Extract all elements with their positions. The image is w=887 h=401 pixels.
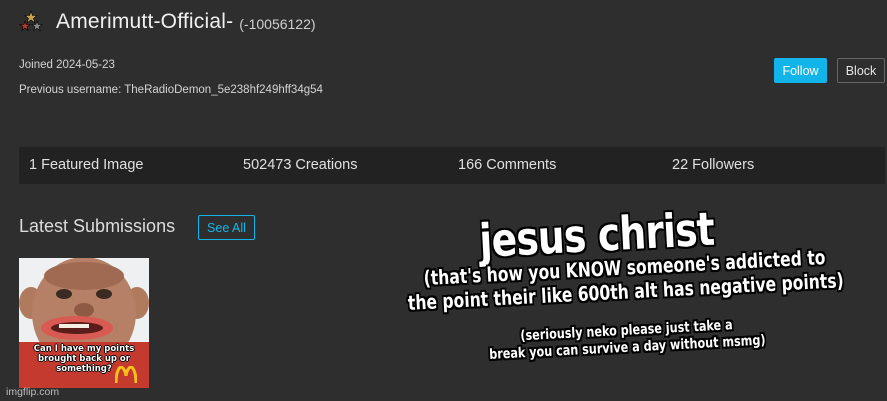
- block-button[interactable]: Block: [837, 58, 885, 83]
- profile-header: Amerimutt-Official- (-10056122): [19, 10, 316, 34]
- joined-date: Joined 2024-05-23: [19, 59, 115, 71]
- username: Amerimutt-Official-: [56, 10, 234, 33]
- meme-overlay-subtext: (that's how you KNOW someone's addicted …: [406, 244, 844, 315]
- follow-button[interactable]: Follow: [774, 58, 827, 83]
- stat-followers[interactable]: 22 Followers: [672, 157, 754, 173]
- mcdonalds-logo-icon: [115, 366, 137, 384]
- submission-thumbnail[interactable]: Can I have my points brought back up or …: [19, 258, 149, 388]
- previous-username: Previous username: TheRadioDemon_5e238hf…: [19, 84, 323, 96]
- latest-submissions-heading: Latest Submissions: [19, 216, 176, 236]
- imgflip-watermark: imgflip.com: [6, 386, 60, 398]
- see-all-button[interactable]: See All: [198, 215, 255, 240]
- stat-comments[interactable]: 166 Comments: [458, 157, 556, 173]
- user-points: (-10056122): [239, 16, 316, 32]
- stat-featured-images[interactable]: 1 Featured Image: [29, 157, 143, 173]
- meme-overlay-footnote: (seriously neko please just take a break…: [488, 316, 766, 364]
- stat-creations[interactable]: 502473 Creations: [243, 157, 357, 173]
- profile-stats-bar: 1 Featured Image 502473 Creations 166 Co…: [19, 147, 885, 184]
- badge-stars-icon: [19, 10, 43, 32]
